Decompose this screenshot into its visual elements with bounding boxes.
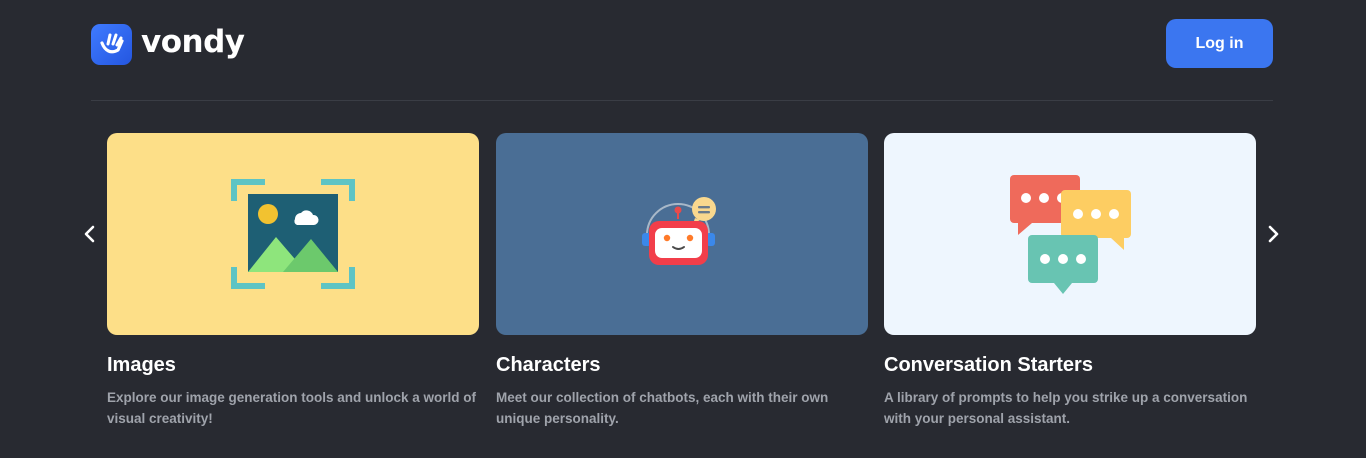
login-button[interactable]: Log in (1166, 19, 1273, 68)
chevron-left-icon (84, 225, 95, 243)
header-divider (91, 100, 1273, 101)
card-conversation-starters[interactable]: Conversation Starters A library of promp… (884, 133, 1256, 429)
carousel-next-button[interactable] (1261, 222, 1285, 246)
chevron-right-icon (1268, 225, 1279, 243)
site-header: vondy Log in (0, 0, 1366, 100)
brand-logo[interactable]: vondy (91, 23, 245, 65)
card-images-thumbnail[interactable] (107, 133, 479, 335)
card-images[interactable]: Images Explore our image generation tool… (107, 133, 479, 429)
card-characters[interactable]: Characters Meet our collection of chatbo… (496, 133, 868, 429)
robot-chat-icon (642, 197, 716, 265)
card-characters-description: Meet our collection of chatbots, each wi… (496, 390, 829, 426)
card-conversation-starters-thumbnail[interactable] (884, 133, 1256, 335)
vondy-hand-icon (91, 23, 132, 65)
brand-name: vondy (141, 23, 245, 60)
card-characters-thumbnail[interactable] (496, 133, 868, 335)
card-conversation-starters-title[interactable]: Conversation Starters (884, 353, 1256, 377)
card-images-description: Explore our image generation tools and u… (107, 390, 477, 426)
chat-bubbles-icon (1010, 175, 1131, 294)
card-characters-title[interactable]: Characters (496, 353, 868, 377)
carousel-prev-button[interactable] (78, 222, 102, 246)
card-images-title[interactable]: Images (107, 353, 479, 377)
image-gallery-icon (231, 179, 355, 289)
card-conversation-starters-description: A library of prompts to help you strike … (884, 390, 1248, 426)
